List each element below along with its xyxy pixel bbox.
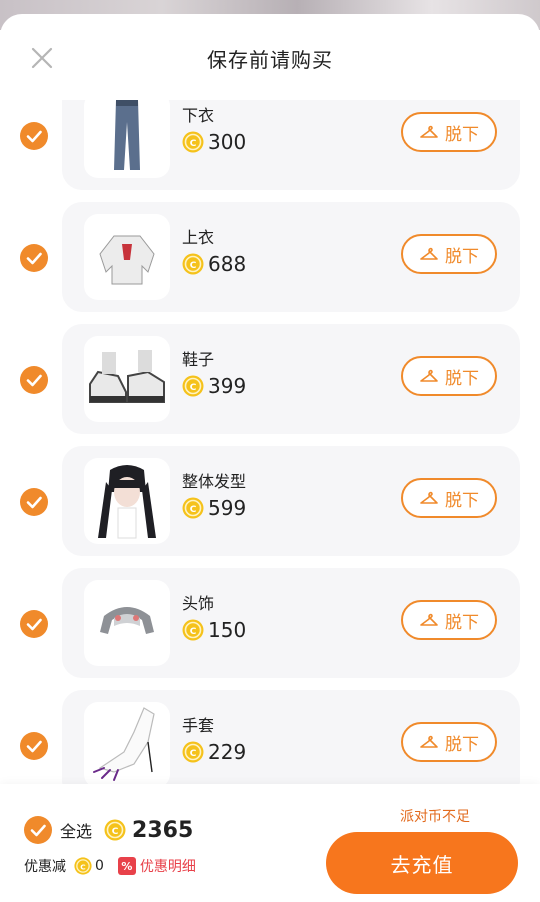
svg-text:C: C xyxy=(190,749,197,759)
item-name: 手套 xyxy=(182,716,215,735)
item-card: 上衣 C 688 脱下 xyxy=(62,202,520,312)
hanger-icon xyxy=(420,491,438,504)
discount-detail-link[interactable]: % 优惠明细 xyxy=(117,856,196,876)
list-item: 手套 C 229 脱下 xyxy=(0,690,540,784)
purchase-dialog: 保存前请购买 下衣 C 300 脱下 上衣 C 688 脱下 鞋子 C 399 … xyxy=(0,14,540,902)
dialog-header: 保存前请购买 xyxy=(0,14,540,100)
item-thumbnail xyxy=(84,100,170,178)
item-price: C 229 xyxy=(182,738,246,766)
item-checkbox[interactable] xyxy=(20,732,48,760)
item-thumbnail xyxy=(84,336,170,422)
item-thumbnail xyxy=(84,580,170,666)
item-card: 下衣 C 300 脱下 xyxy=(62,100,520,190)
item-name: 整体发型 xyxy=(182,472,247,491)
remove-button[interactable]: 脱下 xyxy=(401,112,497,152)
total-price: 2365 xyxy=(132,817,194,843)
item-card: 头饰 C 150 脱下 xyxy=(62,568,520,678)
item-name: 头饰 xyxy=(182,594,215,613)
remove-button[interactable]: 脱下 xyxy=(401,234,497,274)
discount-label: 优惠减 xyxy=(24,859,66,875)
svg-text:C: C xyxy=(190,383,197,393)
item-price: C 399 xyxy=(182,372,246,400)
item-price: C 599 xyxy=(182,494,246,522)
list-item: 整体发型 C 599 脱下 xyxy=(0,446,540,558)
coin-icon: C xyxy=(182,619,204,641)
item-thumbnail xyxy=(84,702,170,784)
select-all-label: 全选 xyxy=(60,822,93,841)
svg-text:C: C xyxy=(190,139,197,149)
item-price: C 150 xyxy=(182,616,246,644)
svg-text:C: C xyxy=(190,627,197,637)
item-name: 下衣 xyxy=(182,106,215,125)
coin-icon: C xyxy=(182,131,204,153)
item-checkbox[interactable] xyxy=(20,122,48,150)
hanger-icon xyxy=(420,613,438,626)
item-card: 整体发型 C 599 脱下 xyxy=(62,446,520,556)
coin-icon: C xyxy=(74,857,92,875)
select-all-checkbox[interactable] xyxy=(24,816,52,844)
coin-icon: C xyxy=(182,497,204,519)
list-item: 上衣 C 688 脱下 xyxy=(0,202,540,314)
discount-value: 0 xyxy=(95,858,104,874)
svg-text:C: C xyxy=(80,862,85,871)
item-thumbnail xyxy=(84,458,170,544)
item-name: 上衣 xyxy=(182,228,215,247)
remove-button[interactable]: 脱下 xyxy=(401,722,497,762)
item-list[interactable]: 下衣 C 300 脱下 上衣 C 688 脱下 鞋子 C 399 脱下 整体发型… xyxy=(0,100,540,784)
item-name: 鞋子 xyxy=(182,350,215,369)
discount-percent-icon: % xyxy=(117,857,136,875)
hanger-icon xyxy=(420,369,438,382)
coin-icon: C xyxy=(182,741,204,763)
item-card: 手套 C 229 脱下 xyxy=(62,690,520,784)
item-card: 鞋子 C 399 脱下 xyxy=(62,324,520,434)
item-checkbox[interactable] xyxy=(20,610,48,638)
list-item: 鞋子 C 399 脱下 xyxy=(0,324,540,436)
remove-button[interactable]: 脱下 xyxy=(401,600,497,640)
svg-text:C: C xyxy=(112,827,119,837)
item-checkbox[interactable] xyxy=(20,488,48,516)
item-checkbox[interactable] xyxy=(20,244,48,272)
item-price: C 688 xyxy=(182,250,246,278)
hanger-icon xyxy=(420,125,438,138)
select-all[interactable]: 全选 C 2365 xyxy=(24,816,193,844)
discount-row: 优惠减 C 0 % 优惠明细 xyxy=(24,856,196,876)
recharge-button[interactable]: 去充值 xyxy=(326,832,518,894)
coin-icon: C xyxy=(182,253,204,275)
remove-button[interactable]: 脱下 xyxy=(401,356,497,396)
item-price: C 300 xyxy=(182,128,246,156)
checkout-footer: 全选 C 2365 优惠减 C 0 % 优惠明细 派对币不足 去充值 xyxy=(0,784,540,902)
coin-icon: C xyxy=(182,375,204,397)
item-checkbox[interactable] xyxy=(20,366,48,394)
list-item: 头饰 C 150 脱下 xyxy=(0,568,540,680)
dialog-title: 保存前请购买 xyxy=(207,48,333,72)
list-item: 下衣 C 300 脱下 xyxy=(0,100,540,192)
hanger-icon xyxy=(420,247,438,260)
svg-text:C: C xyxy=(190,261,197,271)
insufficient-funds-text: 派对币不足 xyxy=(400,809,470,825)
remove-button[interactable]: 脱下 xyxy=(401,478,497,518)
svg-text:C: C xyxy=(190,505,197,515)
hanger-icon xyxy=(420,735,438,748)
coin-icon: C xyxy=(104,819,126,841)
item-thumbnail xyxy=(84,214,170,300)
